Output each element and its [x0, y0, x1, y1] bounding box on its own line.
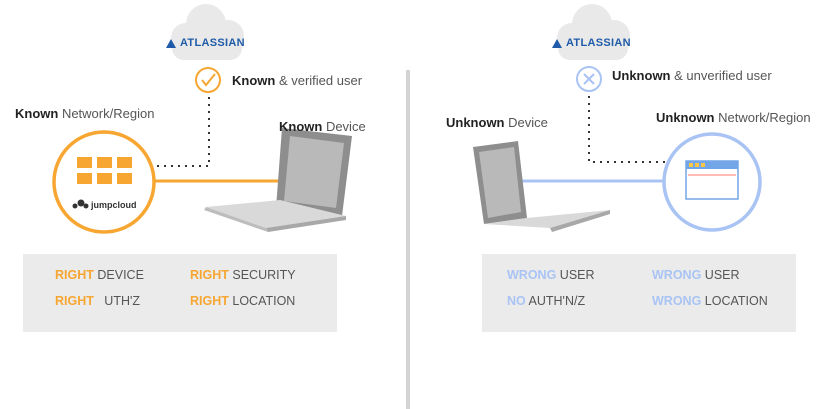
dotted-connector-right [588, 96, 680, 163]
unknown-network-circle [662, 132, 762, 232]
status-panel-left: RIGHT DEVICE RIGHT SECURITY RIGHT UTH'Z … [23, 254, 337, 332]
status-item: NO AUTH'N/Z [507, 294, 586, 308]
device-label-left: Known Device [279, 119, 366, 134]
network-label-right: Unknown Network/Region [656, 110, 811, 125]
cloud-left-icon [171, 4, 244, 60]
status-item: RIGHT SECURITY [190, 268, 296, 282]
atlassian-logo-icon [166, 38, 176, 48]
status-item: WRONG USER [507, 268, 595, 282]
laptop-right-icon [473, 141, 610, 232]
known-network-circle [52, 130, 156, 234]
status-item: RIGHT DEVICE [55, 268, 144, 282]
jumpcloud-logo-text: jumpcloud [91, 200, 137, 210]
user-label-right: Unknown & unverified user [612, 68, 772, 83]
x-circle-icon [576, 66, 602, 92]
status-item: WRONG USER [652, 268, 740, 282]
atlassian-brand-left: ATLASSIAN [166, 37, 245, 49]
user-label-left: Known & verified user [232, 73, 363, 88]
status-item: RIGHT LOCATION [190, 294, 296, 308]
atlassian-logo-icon [552, 38, 562, 48]
device-label-right: Unknown Device [446, 115, 548, 130]
status-item: RIGHT UTH'Z [55, 294, 141, 308]
cloud-right-icon [557, 4, 630, 60]
check-circle-icon [195, 67, 221, 93]
status-panel-right: WRONG USER WRONG USER NO AUTH'N/Z WRONG … [482, 254, 796, 332]
atlassian-brand-right: ATLASSIAN [552, 37, 631, 49]
network-label-left: Known Network/Region [15, 106, 155, 121]
status-item: WRONG LOCATION [652, 294, 768, 308]
